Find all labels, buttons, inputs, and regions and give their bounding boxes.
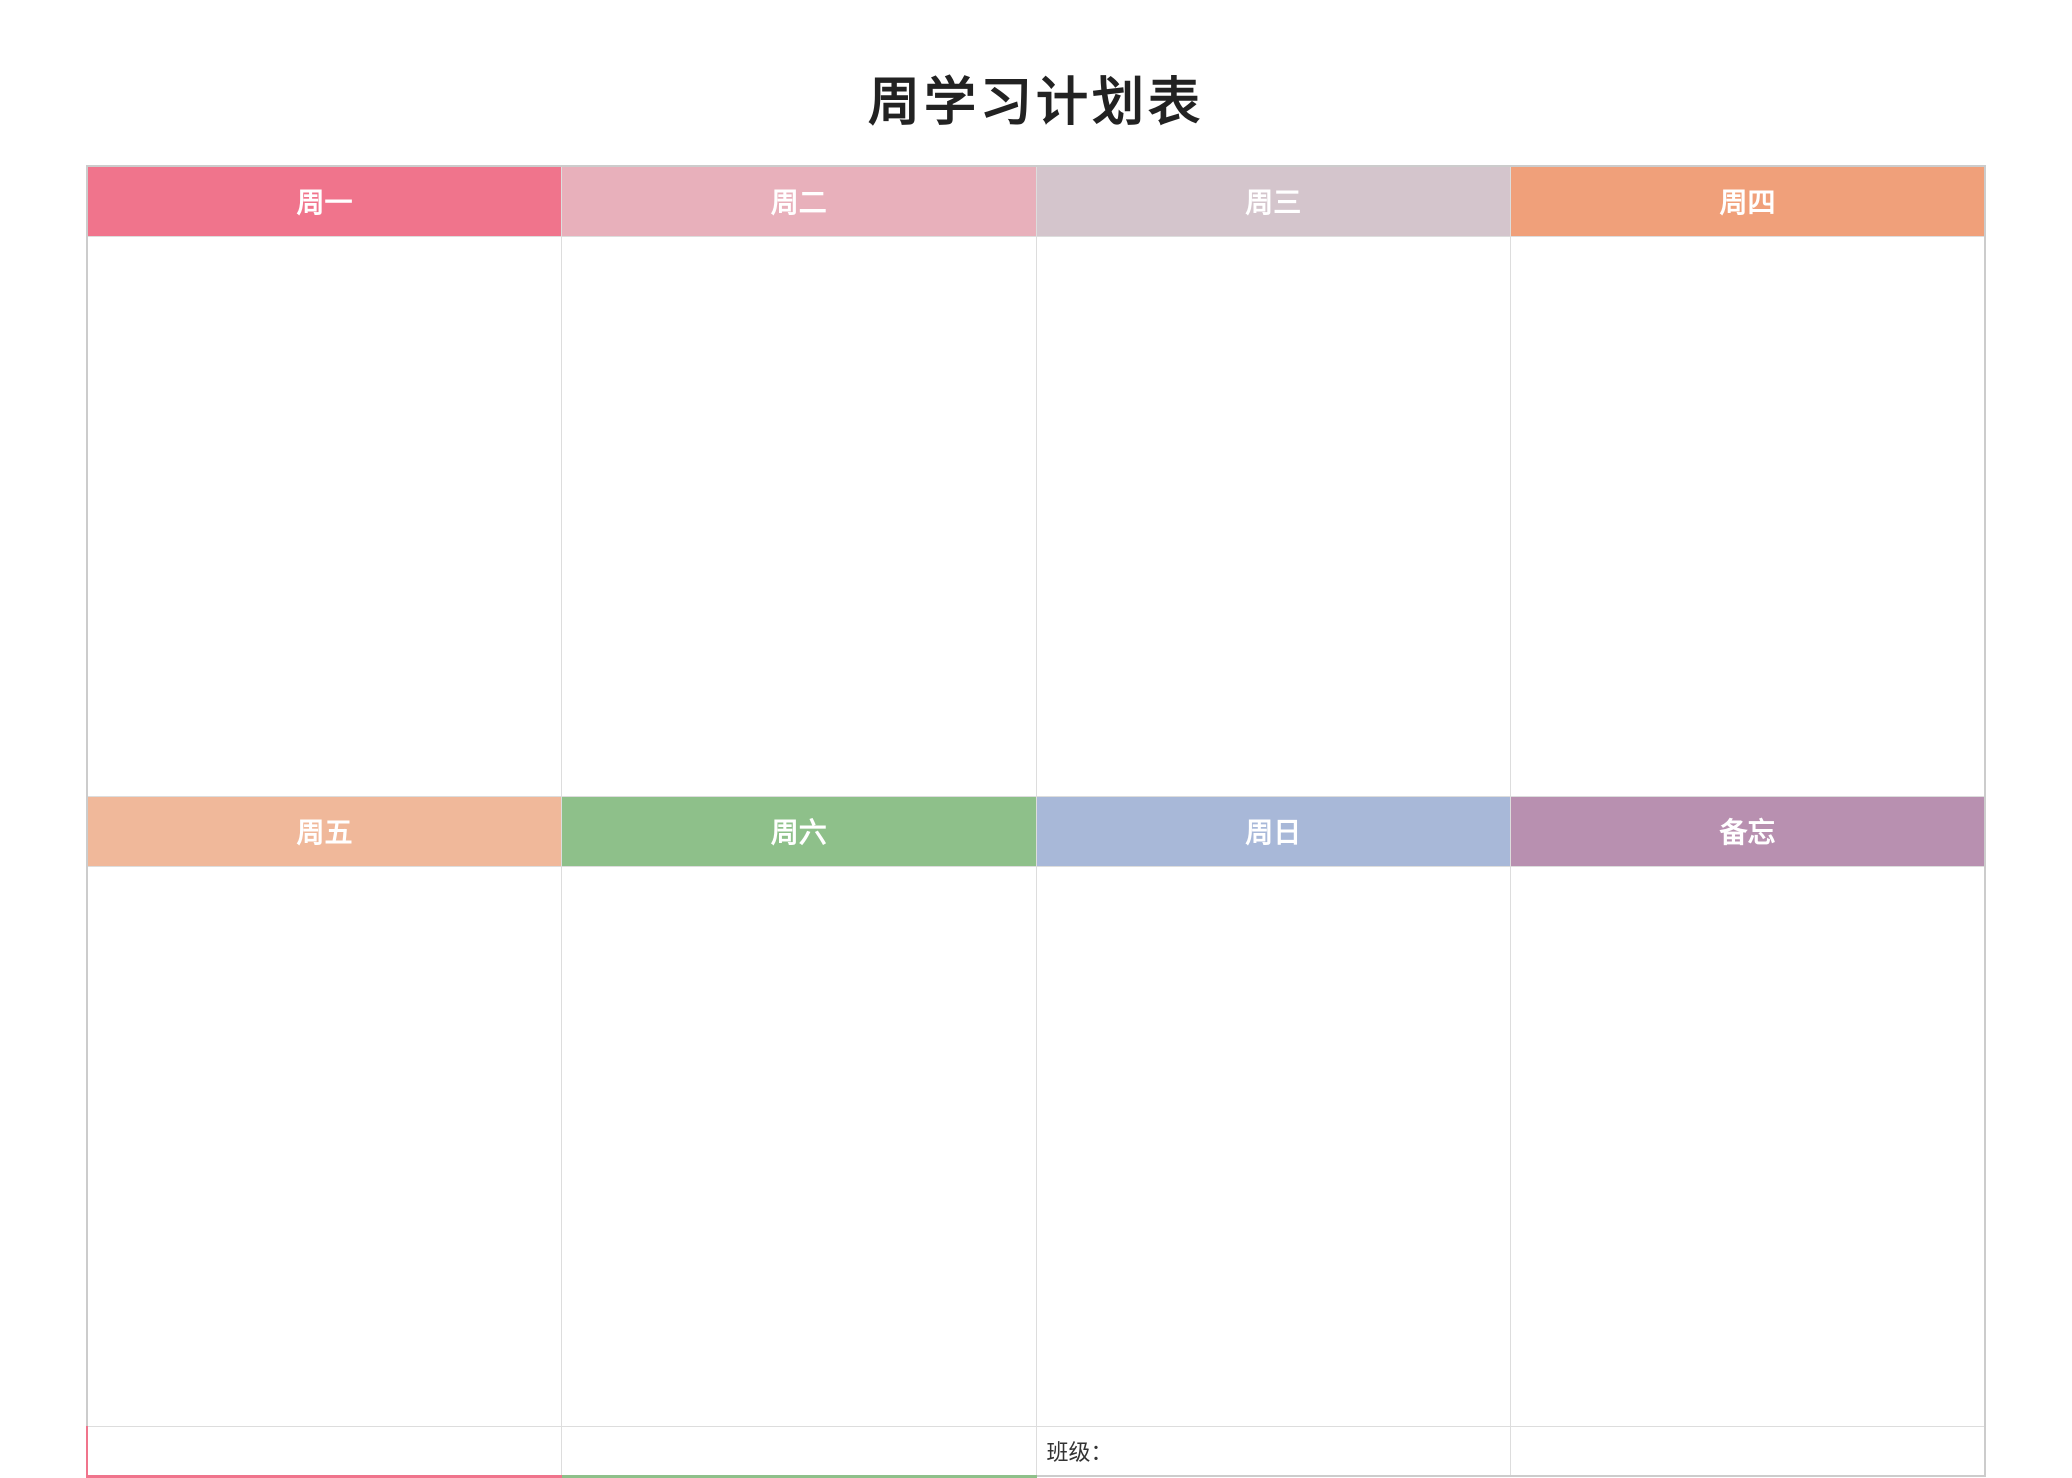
schedule-table: 周一 周二 周三 周四 [86,165,1986,1478]
cell-friday[interactable] [87,866,562,1426]
cell-monday[interactable] [87,236,562,796]
header-thursday: 周四 [1511,166,1986,236]
cell-saturday[interactable] [562,866,1037,1426]
content-row-2 [87,866,1985,1426]
header-saturday: 周六 [562,796,1037,866]
cell-memo[interactable] [1511,866,1986,1426]
cell-thursday[interactable] [1511,236,1986,796]
bottom-class-cell: 班级： [1036,1426,1511,1476]
bottom-memo-cell [1511,1426,1986,1476]
page-title: 周学习计划表 [868,60,1204,135]
header-tuesday: 周二 [562,166,1037,236]
header-memo: 备忘 [1511,796,1986,866]
cell-sunday[interactable] [1036,866,1511,1426]
bottom-row: 班级： [87,1426,1985,1476]
page: 周学习计划表 周一 周二 周三 周四 [46,30,2026,1410]
header-wednesday: 周三 [1036,166,1511,236]
header-row-1: 周一 周二 周三 周四 [87,166,1985,236]
bottom-saturday-cell [562,1426,1037,1476]
header-sunday: 周日 [1036,796,1511,866]
content-row-1 [87,236,1985,796]
header-row-2: 周五 周六 周日 备忘 [87,796,1985,866]
cell-wednesday[interactable] [1036,236,1511,796]
header-friday: 周五 [87,796,562,866]
header-monday: 周一 [87,166,562,236]
bottom-monday-cell [87,1426,562,1476]
cell-tuesday[interactable] [562,236,1037,796]
